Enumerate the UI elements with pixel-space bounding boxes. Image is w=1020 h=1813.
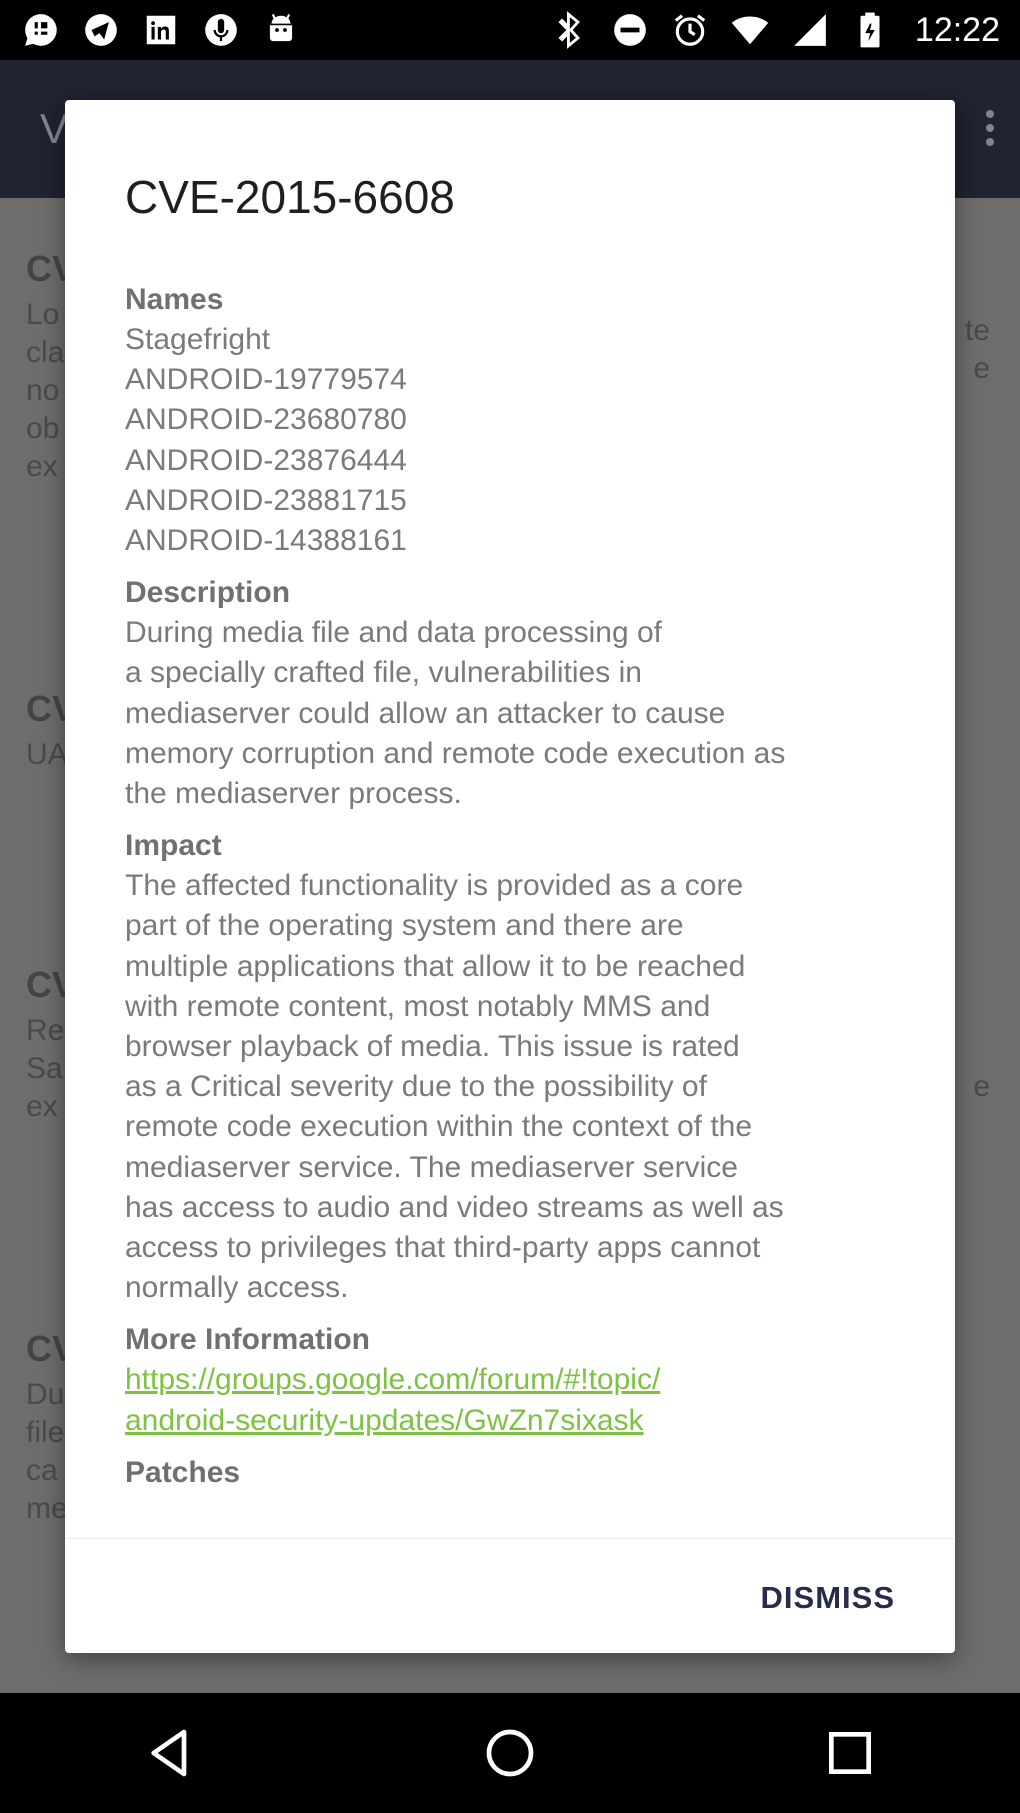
status-bar: 12:22: [0, 0, 1020, 60]
dialog-divider: [65, 1538, 955, 1539]
more-information-link[interactable]: https://groups.google.com/forum/#!topic/…: [125, 1360, 925, 1440]
chat-icon: [20, 9, 62, 51]
battery-icon: [849, 9, 891, 51]
home-icon[interactable]: [470, 1713, 550, 1793]
description-text: During media file and data processing of…: [125, 616, 786, 811]
name-item: ANDROID-23680780: [125, 403, 407, 437]
dialog-title: CVE-2015-6608: [125, 171, 455, 223]
name-item: ANDROID-23876444: [125, 443, 407, 477]
notification-icons: [20, 9, 302, 51]
name-item: ANDROID-23881715: [125, 483, 407, 517]
dismiss-button[interactable]: DISMISS: [761, 1580, 895, 1616]
impact-text: The affected functionality is provided a…: [125, 869, 784, 1305]
recents-icon[interactable]: [810, 1713, 890, 1793]
name-item: Stagefright: [125, 323, 271, 356]
names-heading: Names: [125, 283, 224, 316]
do-not-disturb-icon: [609, 9, 651, 51]
telegram-icon: [80, 9, 122, 51]
navigation-bar: [0, 1693, 1020, 1813]
overflow-menu-icon[interactable]: [986, 110, 996, 150]
microphone-icon: [200, 9, 242, 51]
more-information-heading: More Information: [125, 1323, 370, 1357]
wifi-icon: [729, 9, 771, 51]
alarm-icon: [669, 9, 711, 51]
android-icon: [260, 9, 302, 51]
back-icon[interactable]: [130, 1713, 210, 1793]
list-item-line: e: [973, 352, 990, 385]
name-item: ANDROID-14388161: [125, 524, 407, 558]
list-item-line: e: [973, 1070, 990, 1103]
dialog-scroll-content[interactable]: Names Stagefright ANDROID-19779574 ANDRO…: [125, 280, 925, 1635]
list-item-line: te: [964, 314, 990, 347]
name-item: ANDROID-19779574: [125, 363, 407, 397]
clock: 12:22: [914, 10, 1000, 49]
app-title: V: [40, 105, 69, 152]
impact-heading: Impact: [125, 829, 222, 863]
patches-heading: Patches: [125, 1455, 241, 1489]
cve-detail-dialog: CVE-2015-6608 Names Stagefright ANDROID-…: [65, 100, 955, 1653]
list-item-overflow-text: e: [973, 1068, 990, 1106]
system-icons: 12:22: [549, 9, 1000, 51]
list-item-overflow-text: te e: [965, 312, 990, 388]
signal-icon: [789, 9, 831, 51]
linkedin-icon: [140, 9, 182, 51]
description-heading: Description: [125, 576, 291, 610]
bluetooth-icon: [549, 9, 591, 51]
